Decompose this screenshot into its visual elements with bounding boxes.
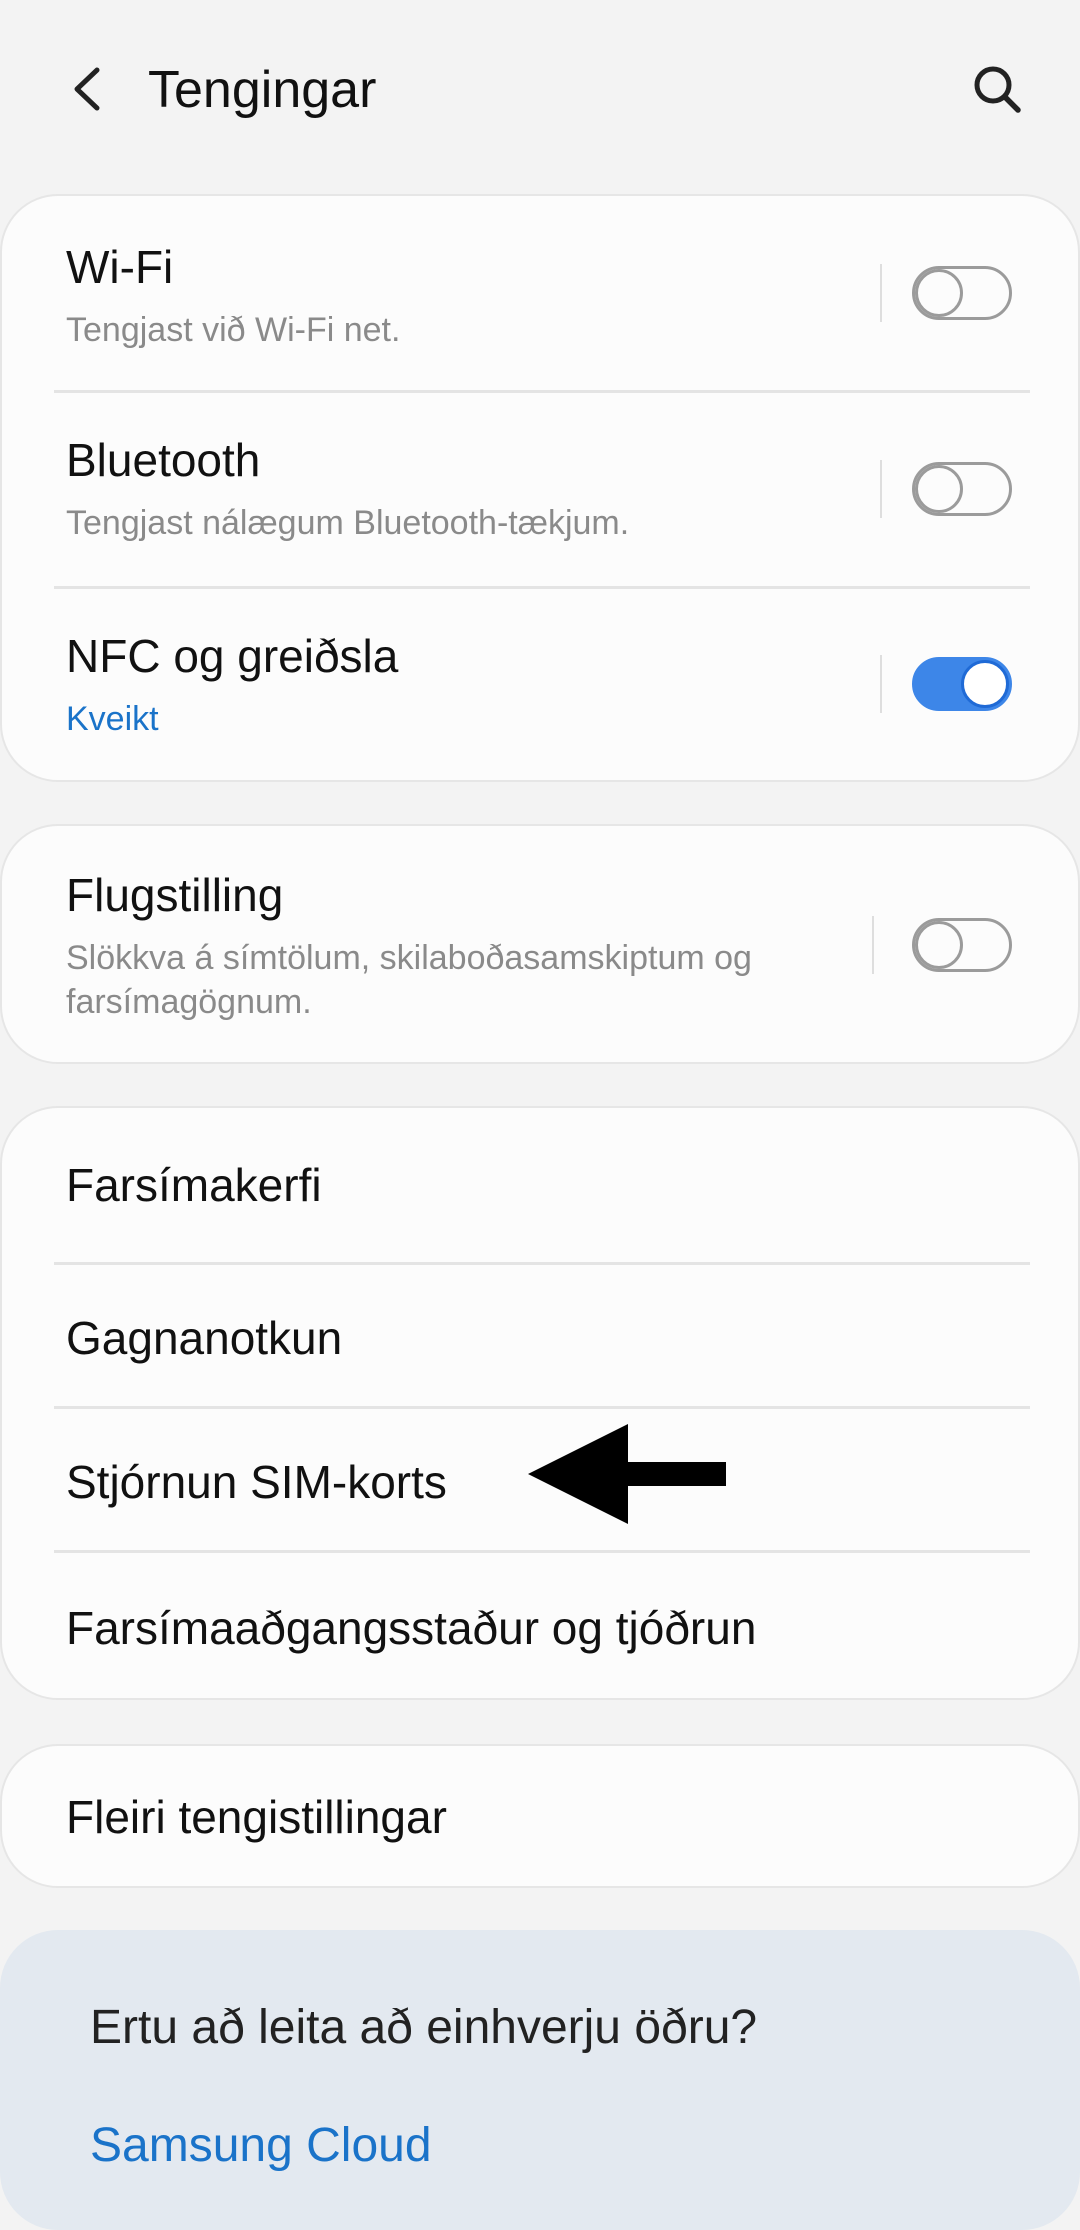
app-header: Tengingar [0, 0, 1080, 180]
more-settings-title: Fleiri tengistillingar [66, 1791, 447, 1843]
connections-card: Wi-Fi Tengjast við Wi-Fi net. Bluetooth … [0, 194, 1080, 782]
nfc-toggle[interactable] [912, 657, 1012, 711]
bluetooth-title: Bluetooth [66, 434, 261, 486]
hotspot-row[interactable]: Farsímaaðgangsstaður og tjóðrun [2, 1553, 1078, 1698]
data-usage-row[interactable]: Gagnanotkun [2, 1265, 1078, 1408]
toggle-knob [915, 465, 963, 513]
nfc-title: NFC og greiðsla [66, 630, 399, 682]
bluetooth-row[interactable]: Bluetooth Tengjast nálægum Bluetooth-tæk… [2, 393, 1078, 589]
mobile-card: Farsímakerfi Gagnanotkun Stjórnun SIM-ko… [0, 1106, 1080, 1700]
chevron-left-icon [74, 67, 100, 111]
suggestions-title: Ertu að leita að einhverju öðru? [90, 2001, 758, 2054]
data-usage-title: Gagnanotkun [66, 1312, 343, 1364]
mobile-networks-row[interactable]: Farsímakerfi [2, 1108, 1078, 1262]
row-separator [880, 655, 882, 713]
wifi-row[interactable]: Wi-Fi Tengjast við Wi-Fi net. [2, 196, 1078, 392]
wifi-title: Wi-Fi [66, 241, 174, 293]
sim-manager-title: Stjórnun SIM-korts [66, 1456, 447, 1508]
toggle-knob [961, 660, 1009, 708]
search-button[interactable] [962, 54, 1032, 124]
wifi-toggle[interactable] [912, 266, 1012, 320]
airplane-card: Flugstilling Slökkva á símtölum, skilabo… [0, 824, 1080, 1064]
mobile-networks-title: Farsímakerfi [66, 1159, 322, 1211]
toggle-knob [915, 269, 963, 317]
airplane-title: Flugstilling [66, 869, 284, 921]
wifi-subtitle: Tengjast við Wi-Fi net. [66, 311, 401, 349]
search-icon [974, 66, 1021, 113]
more-settings-card: Fleiri tengistillingar [0, 1744, 1080, 1888]
more-settings-row[interactable]: Fleiri tengistillingar [2, 1746, 1078, 1886]
airplane-toggle[interactable] [912, 918, 1012, 972]
nfc-row[interactable]: NFC og greiðsla Kveikt [2, 589, 1078, 780]
back-button[interactable] [52, 54, 122, 124]
nfc-status: Kveikt [66, 700, 159, 738]
arrow-left-icon [528, 1424, 726, 1524]
row-separator [872, 916, 874, 974]
page-title: Tengingar [148, 61, 377, 119]
suggestions-card [0, 1930, 1080, 2230]
samsung-cloud-link[interactable]: Samsung Cloud [90, 2118, 432, 2173]
bluetooth-subtitle: Tengjast nálægum Bluetooth-tækjum. [66, 504, 630, 542]
airplane-subtitle: Slökkva á símtölum, skilaboðasamskiptum … [66, 939, 752, 1021]
row-separator [880, 460, 882, 518]
airplane-row[interactable]: Flugstilling Slökkva á símtölum, skilabo… [2, 826, 1078, 1062]
toggle-knob [915, 921, 963, 969]
bluetooth-toggle[interactable] [912, 462, 1012, 516]
row-separator [880, 264, 882, 322]
hotspot-title: Farsímaaðgangsstaður og tjóðrun [66, 1602, 757, 1654]
